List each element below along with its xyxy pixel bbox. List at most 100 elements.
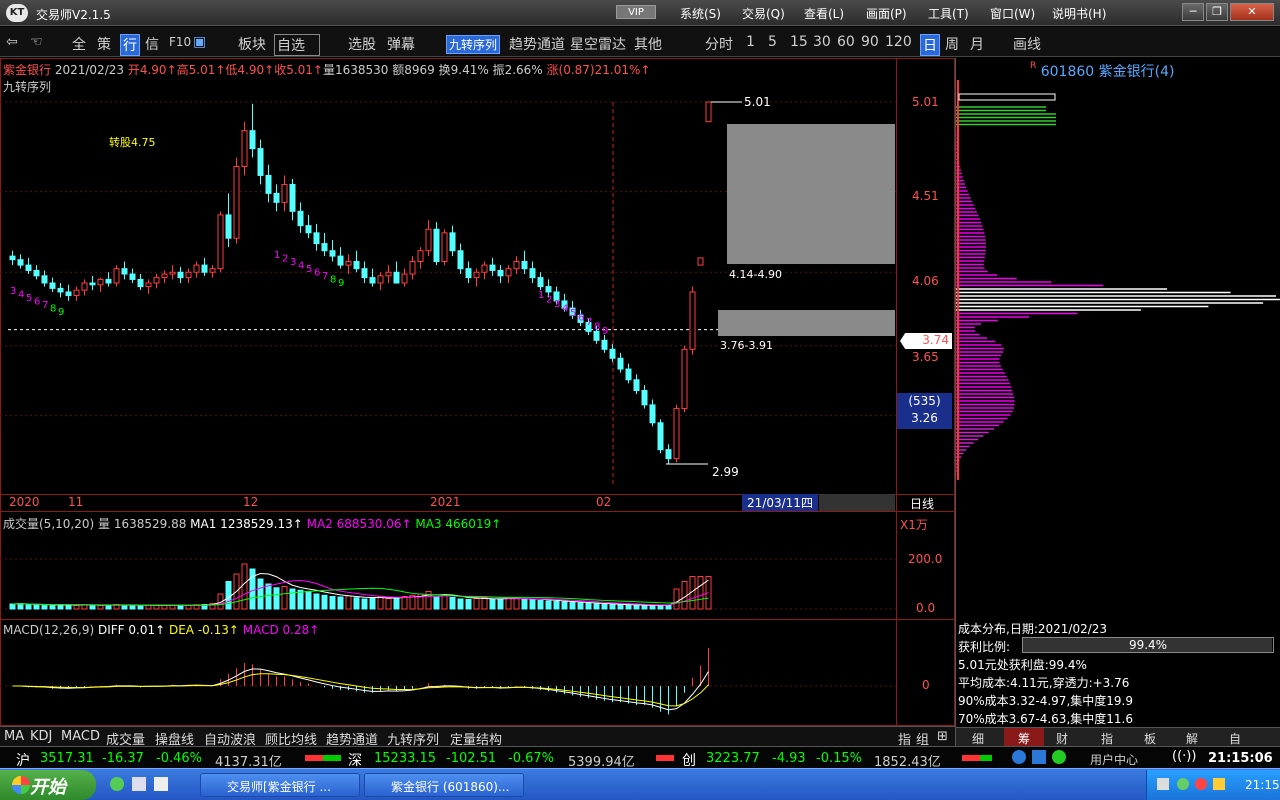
cost-title: 成本分布,日期:2021/02/23	[958, 622, 1108, 636]
minimize-button[interactable]: ─	[1182, 3, 1204, 21]
toolbar-quote[interactable]: 行	[120, 34, 140, 56]
toolbar-stock-picker[interactable]: 选股	[348, 34, 376, 54]
toolbar-strategy[interactable]: 策	[97, 34, 111, 54]
toolbar-star-radar[interactable]: 星空雷达	[570, 34, 626, 54]
candle-body	[345, 260, 352, 266]
hand-icon[interactable]: ☜	[30, 34, 43, 50]
tab-indicator[interactable]: 指	[1101, 730, 1113, 747]
price-volume: 量1638530	[322, 63, 389, 77]
user-center[interactable]: 用户中心	[1090, 751, 1138, 768]
candle-body	[297, 210, 304, 227]
scroll-track[interactable]	[819, 494, 895, 511]
market-time: 21:15:06	[1208, 751, 1273, 766]
quicklaunch-3-icon[interactable]	[154, 777, 168, 791]
dollar-icon[interactable]	[1012, 750, 1026, 764]
period-1[interactable]: 1	[746, 34, 755, 50]
candle-body	[17, 259, 24, 266]
ind-tab-ma[interactable]: MA	[4, 729, 24, 744]
toolbar-watchlist[interactable]: 自选	[274, 34, 320, 56]
menu-screen[interactable]: 画面(P)	[866, 5, 907, 22]
chip-histogram[interactable]	[956, 80, 1280, 620]
menu-system[interactable]: 系统(S)	[680, 5, 721, 22]
volume-bar	[649, 605, 656, 610]
nine-count-label: 9	[338, 278, 344, 289]
volume-bar	[369, 597, 376, 610]
window-icon[interactable]: ▣	[193, 34, 206, 50]
toolbar-draw[interactable]: 画线	[1013, 34, 1041, 54]
ind-tab-kdj[interactable]: KDJ	[30, 729, 52, 744]
refresh-icon[interactable]	[1052, 750, 1066, 764]
volume-unit: X1万	[900, 518, 928, 532]
candle-body	[329, 250, 336, 257]
chart-area[interactable]: 3456789123456789123456789 紫金银行 2021/02/2…	[0, 58, 955, 726]
period-60[interactable]: 60	[837, 34, 855, 50]
toolbar-all[interactable]: 全	[72, 34, 86, 54]
tab-chips[interactable]: 筹	[1004, 728, 1044, 747]
period-timeshare[interactable]: 分时	[705, 34, 733, 54]
ytick-3: 4.06	[912, 274, 939, 288]
period-15[interactable]: 15	[790, 34, 808, 50]
candle-body	[361, 268, 368, 279]
volume-bar	[225, 581, 232, 610]
menu-trade[interactable]: 交易(Q)	[742, 5, 785, 22]
volume-bar	[537, 600, 544, 610]
tray-volume-icon[interactable]	[1213, 778, 1225, 790]
toolbar-trend-channel[interactable]: 趋势通道	[509, 34, 565, 54]
task-stock[interactable]: 紫金银行 (601860)...	[364, 773, 524, 797]
cy-pct: -0.15%	[816, 751, 862, 766]
menu-view[interactable]: 查看(L)	[804, 5, 844, 22]
chart-icon[interactable]	[1032, 750, 1046, 764]
tray-chat-icon[interactable]	[1177, 778, 1189, 790]
quicklaunch-2-icon[interactable]	[132, 777, 146, 791]
candle-body	[97, 278, 104, 286]
tray-security-icon[interactable]	[1195, 778, 1207, 790]
chip-distribution-panel: R 601860 紫金银行(4) 成本分布,日期:2021/02/23 获利比例…	[955, 58, 1280, 747]
candle-body	[481, 264, 488, 273]
right-title: R 601860 紫金银行(4)	[1030, 61, 1174, 81]
toolbar-barrage[interactable]: 弹幕	[387, 34, 415, 54]
title-bar: KT 交易师V2.1.5 VIP 系统(S) 交易(Q) 查看(L) 画面(P)…	[0, 0, 1280, 26]
back-icon[interactable]: ⇦	[6, 34, 18, 50]
candle-body	[593, 330, 600, 341]
tab-sector[interactable]: 板	[1144, 730, 1156, 747]
vip-badge[interactable]: VIP	[616, 5, 656, 19]
period-month[interactable]: 月	[970, 34, 984, 54]
candle-body	[377, 275, 384, 284]
period-5[interactable]: 5	[768, 34, 777, 50]
toolbar-f10[interactable]: F10	[169, 35, 191, 49]
tray-usb-icon[interactable]	[1157, 778, 1169, 790]
menu-tools[interactable]: 工具(T)	[928, 5, 969, 22]
menu-window[interactable]: 窗口(W)	[990, 5, 1035, 22]
tab-self[interactable]: 自	[1229, 730, 1241, 747]
support-zone	[718, 310, 895, 336]
maximize-button[interactable]: ❐	[1206, 3, 1228, 21]
period-day[interactable]: 日	[920, 34, 940, 56]
quicklaunch-1-icon[interactable]	[110, 777, 124, 791]
period-90[interactable]: 90	[861, 34, 879, 50]
task-trader[interactable]: 交易师[紫金银行 ...	[200, 773, 360, 797]
nine-count-label: 3	[290, 257, 296, 268]
tab-explain[interactable]: 解	[1186, 730, 1198, 747]
add-icon[interactable]: ⊞	[937, 729, 948, 744]
candle-body	[313, 232, 320, 245]
nine-count-label: 1	[538, 290, 544, 301]
ytick-4: 3.65	[912, 350, 939, 364]
toolbar-info[interactable]: 信	[145, 34, 159, 54]
toolbar-nine-turn[interactable]: 九转序列	[446, 35, 501, 54]
period-120[interactable]: 120	[885, 34, 912, 50]
close-button[interactable]: ✕	[1230, 3, 1274, 21]
volume-bar	[497, 599, 504, 610]
tab-finance[interactable]: 财	[1056, 730, 1068, 747]
stock-code: 601860	[1040, 64, 1095, 80]
ind-tab-macd[interactable]: MACD	[61, 729, 100, 744]
sz-pct: -0.67%	[508, 751, 554, 766]
volume-bar	[377, 596, 384, 610]
toolbar-sector[interactable]: 板块	[238, 34, 266, 54]
tab-detail[interactable]: 细	[972, 730, 984, 747]
toolbar-other[interactable]: 其他	[634, 34, 662, 54]
cost-line-3: 90%成本3.32-4.97,集中度19.9	[958, 694, 1133, 708]
period-30[interactable]: 30	[813, 34, 831, 50]
menu-help[interactable]: 说明书(H)	[1052, 5, 1106, 22]
sz-change: -102.51	[446, 751, 497, 766]
period-week[interactable]: 周	[945, 34, 959, 54]
